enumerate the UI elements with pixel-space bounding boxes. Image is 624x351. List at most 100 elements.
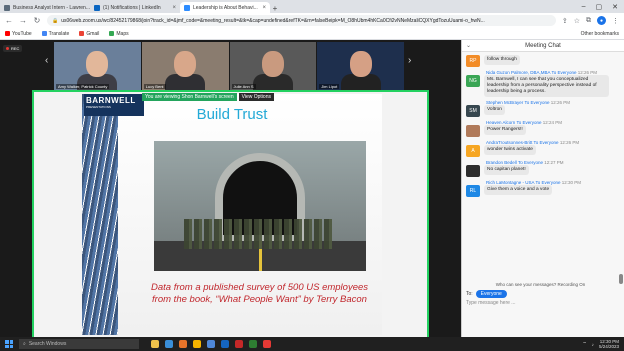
participant-face (349, 51, 372, 77)
taskbar-app-icon[interactable] (207, 340, 215, 348)
slide-decoration (82, 94, 118, 335)
bookmark-favicon-icon (5, 31, 10, 36)
forward-icon[interactable]: → (19, 16, 27, 25)
browser-tab[interactable]: (1) Notifications | LinkedIn × (90, 2, 180, 13)
taskbar-app-icon[interactable] (263, 340, 271, 348)
recording-indicator: REC (3, 45, 23, 52)
bookmark-item[interactable]: Maps (109, 30, 129, 37)
bookmark-label: Gmail (86, 30, 100, 37)
bookmark-favicon-icon (79, 31, 85, 36)
participant-tile[interactable]: Julie Ann S (229, 42, 317, 90)
menu-icon[interactable]: ⋮ (612, 17, 619, 25)
who-can-see-link[interactable]: Who can see your messages? Recording On (466, 282, 615, 287)
new-tab-button[interactable]: + (270, 4, 280, 13)
participant-tile[interactable]: Lucy Bent (141, 42, 229, 90)
chat-scrollbar[interactable] (619, 54, 623, 294)
strip-prev-icon[interactable]: ‹ (45, 55, 48, 66)
tab-label: (1) Notifications | LinkedIn (103, 4, 161, 11)
maximize-icon[interactable]: ▢ (596, 3, 603, 11)
taskbar-app-icon[interactable] (221, 340, 229, 348)
close-window-icon[interactable]: ✕ (612, 3, 618, 11)
address-bar: ← → ↻ 🔒 us06web.zoom.us/wc/82452179868/j… (0, 13, 624, 28)
star-icon[interactable]: ☆ (574, 17, 580, 25)
chat-message-text: wonder twins activate (484, 145, 536, 155)
windows-taskbar: ⌕ Search Windows ⌔ ♪ 12:30 PM 5/24/2023 (0, 337, 624, 351)
reload-icon[interactable]: ↻ (33, 16, 41, 25)
tunnel-soldiers-photo (154, 141, 366, 271)
bookmark-favicon-icon (41, 31, 47, 36)
presentation-slide: BARNWELL PRESENTATIONS Build Trust Data … (82, 94, 382, 335)
browser-tabbar: Business Analyst Intern - Lawren...×(1) … (0, 0, 624, 13)
url-field[interactable]: 🔒 us06web.zoom.us/wc/82452179868/join?tr… (47, 15, 556, 26)
chat-avatar: NG (466, 75, 480, 87)
view-options-button[interactable]: View Options (238, 93, 274, 101)
chat-message: Brandon Bedell To Everyone 12:27 PM No ca… (466, 160, 615, 177)
tab-label: Business Analyst Intern - Lawren... (13, 4, 90, 11)
taskbar-app-icon[interactable] (249, 340, 257, 348)
to-label: To: (466, 291, 473, 297)
browser-tab[interactable]: Business Analyst Intern - Lawren...× (0, 2, 90, 13)
chat-avatar (466, 125, 480, 137)
recipient-select[interactable]: Everyone (475, 290, 507, 298)
taskbar-app-icon[interactable] (179, 340, 187, 348)
volume-icon[interactable]: ♪ (592, 342, 594, 347)
logo-main: BARNWELL (86, 96, 136, 105)
chat-title: Meeting Chat (525, 42, 561, 49)
chat-message-input[interactable]: Type message here ... (466, 300, 615, 306)
chat-time: 12:26 PM (550, 100, 570, 105)
share-icon[interactable]: ⇪ (562, 17, 568, 25)
url-text: us06web.zoom.us/wc/82452179868/join?trac… (61, 17, 485, 24)
tab-close-icon[interactable]: × (262, 5, 266, 11)
participant-face (261, 51, 284, 77)
taskbar-search[interactable]: ⌕ Search Windows (19, 339, 139, 349)
bookmark-item[interactable]: YouTube (5, 31, 32, 37)
chat-message-text: Voltron (484, 105, 505, 115)
chat-message: RP follow through (466, 55, 615, 67)
other-bookmarks[interactable]: Other bookmarks (581, 31, 619, 37)
bookmark-item[interactable]: Gmail (79, 31, 99, 37)
bookmarks-bar: YouTube Translate Gmail Maps Other bookmark… (0, 28, 624, 40)
taskbar-clock[interactable]: 12:30 PM 5/24/2023 (599, 339, 619, 349)
zoom-meeting-area: REC ‹ Amy Walker, Patrick County Lucy Ben… (0, 40, 461, 341)
strip-next-icon[interactable]: › (408, 55, 411, 66)
chat-message-text: Ms. Barnwell, I can see that you concept… (484, 75, 609, 97)
chat-message: Rich LaMontagne - USA To Everyone 12:30 … (466, 180, 615, 197)
taskbar-app-icon[interactable] (193, 340, 201, 348)
minimize-icon[interactable]: – (582, 3, 586, 10)
wifi-icon[interactable]: ⌔ (582, 341, 586, 347)
back-icon[interactable]: ← (5, 16, 13, 25)
chat-message-text: follow through (484, 55, 520, 65)
participant-tile[interactable]: Jim Lipot (317, 42, 404, 90)
bookmark-label: Maps (116, 30, 129, 37)
chat-avatar: A (466, 145, 480, 157)
chat-message-text: Give them a voice and a vote (484, 185, 553, 195)
record-dot-icon (6, 47, 9, 50)
browser-tab[interactable]: Leadership is About Behavi... × (180, 2, 270, 13)
chat-recipient: Everyone (539, 140, 559, 145)
taskbar-app-icon[interactable] (151, 340, 159, 348)
chat-header: ⌄ Meeting Chat (462, 40, 624, 52)
chat-message: Nida Guzon Palmore, DBA,MBA To Everyone … (466, 70, 615, 97)
tab-favicon-icon (184, 4, 190, 11)
participant-strip: Amy Walker, Patrick County Lucy Bent Julie… (54, 42, 404, 90)
taskbar-search-text: Search Windows (28, 341, 67, 347)
chat-time: 12:27 PM (544, 160, 564, 165)
chat-message-list[interactable]: RP follow through Nida Guzon Palmore, DBA,… (462, 53, 619, 293)
bookmark-item[interactable]: Translate (41, 31, 69, 37)
chat-message: Heaven Alcorn To Everyone 12:24 PM Power … (466, 120, 615, 137)
taskbar-app-icon[interactable] (235, 340, 243, 348)
windows-start-icon[interactable] (5, 340, 13, 348)
extensions-icon[interactable]: ⧉ (586, 17, 591, 25)
participant-name: Lucy Bent (143, 84, 166, 89)
slide-title: Build Trust (196, 106, 268, 123)
participant-tile[interactable]: Amy Walker, Patrick County (54, 42, 141, 90)
taskbar-app-icon[interactable] (165, 340, 173, 348)
participant-name: Julie Ann S (231, 84, 256, 89)
tab-label: Leadership is About Behavi... (193, 4, 258, 11)
tab-close-icon[interactable]: × (172, 5, 176, 11)
profile-avatar[interactable]: ● (597, 16, 606, 25)
chat-avatar (466, 165, 480, 177)
rec-label: REC (11, 46, 20, 51)
bookmark-label: YouTube (12, 30, 32, 37)
chat-collapse-icon[interactable]: ⌄ (466, 42, 471, 49)
